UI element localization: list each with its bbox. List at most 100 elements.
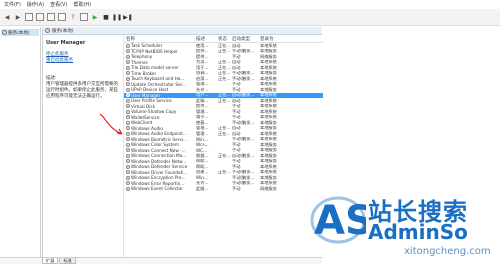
service-name-cell: Windows Biometric Servi... [124, 137, 196, 142]
console-tree-icon[interactable] [25, 13, 33, 21]
services-list: 名称 描述 状态 启动类型 登录为 Task Scheduler 使用... 正在.… [123, 35, 323, 257]
service-description-cell: Win... [196, 175, 208, 181]
service-name-cell: Windows Event Collector [124, 186, 196, 191]
service-gear-icon [126, 82, 130, 87]
restart-service-link[interactable]: 重启动此服务 [46, 58, 118, 64]
tab-standard[interactable]: 标准 [59, 258, 76, 264]
service-status-cell: 正在... [218, 76, 231, 81]
column-header-logon-as[interactable]: 登录为 [260, 36, 290, 42]
watermark-url: xitongcheng.com [404, 246, 491, 257]
service-gear-icon [126, 186, 130, 191]
service-name-cell: Windows Driver Foundati... [124, 170, 196, 175]
service-name-cell: Volume Shadow Copy [124, 109, 196, 114]
service-description-cell: 创建... [196, 169, 209, 175]
menu-file[interactable]: 文件(F) [4, 1, 21, 8]
service-name-cell: Windows Connect Now -... [124, 148, 196, 153]
service-name-text: UPnP Device Host [131, 87, 169, 93]
properties-icon[interactable] [36, 13, 44, 21]
panel-title: 服务(本地) [52, 28, 74, 34]
service-name-text: Windows Defender Service [131, 164, 188, 170]
column-header-status[interactable]: 状态 [218, 36, 232, 42]
service-name-text: Windows Defender Netw... [131, 158, 187, 164]
service-gear-icon [126, 175, 130, 180]
pause-service-icon[interactable]: ❚❚ [112, 13, 122, 21]
service-name-text: Tile Data model server [131, 65, 179, 71]
red-arrow-annotation [99, 113, 123, 135]
service-rows: Task Scheduler 使用... 正在... 自动 本地系统 TCP/IP Net… [124, 43, 323, 192]
service-name-text: Telephony [131, 54, 153, 60]
service-startup-cell: 手动 [232, 186, 241, 191]
menu-action[interactable]: 操作(A) [27, 1, 44, 8]
column-header-description[interactable]: 描述 [196, 36, 218, 42]
service-status-cell: 正在... [218, 98, 231, 103]
menu-help[interactable]: 帮助(H) [73, 1, 91, 8]
gear-icon [45, 28, 50, 33]
service-name-cell: Windows Defender Netw... [124, 159, 196, 164]
table-row[interactable]: Windows Event Collector 此服... 手动 网络服务 [124, 186, 323, 192]
service-gear-icon [126, 164, 130, 169]
service-gear-icon [126, 65, 130, 70]
service-name-text: WalletService [131, 114, 160, 120]
export-icon[interactable] [58, 13, 66, 21]
service-name-cell: Task Scheduler [124, 43, 196, 48]
svg-text:AS: AS [314, 198, 366, 244]
service-detail-pane: User Manager 停止此服务 重启动此服务 描述: 用户管理器提供多用户… [43, 35, 121, 257]
service-name-text: Windows Event Collector [131, 186, 183, 192]
service-gear-icon [126, 93, 130, 98]
service-name-cell: WebClient [124, 120, 196, 125]
service-gear-icon [126, 181, 130, 186]
watermark: AS 站长搜索 AdminSo xitongcheng.com [310, 190, 500, 264]
service-gear-icon [126, 76, 130, 81]
service-gear-icon [126, 98, 130, 103]
service-name-cell: Windows Error Reportin... [124, 181, 196, 186]
menu-view[interactable]: 查看(V) [50, 1, 67, 8]
refresh-icon[interactable] [47, 13, 55, 21]
tree-item-services-local[interactable]: 服务(本地) [1, 29, 39, 36]
service-name-text: TCP/IP NetBIOS Helper [131, 48, 178, 54]
start-service-icon[interactable]: ▶ [91, 13, 99, 21]
service-name-text: Windows Audio [131, 125, 163, 131]
column-header-startup-type[interactable]: 启动类型 [232, 36, 260, 42]
column-header-name[interactable]: 名称 [124, 36, 196, 42]
service-name-text: Windows Color System [131, 142, 179, 148]
service-name-text: Task Scheduler [131, 43, 163, 49]
console-tree: 服务(本地) [0, 27, 41, 257]
description-text: 用户管理器提供多用户交互所需要的运行时组件。如果停止此服务，某些应用程序可能无法… [46, 82, 118, 99]
service-gear-icon [126, 153, 130, 158]
service-name-cell: Windows Color System [124, 142, 196, 147]
forward-icon[interactable]: ▶ [14, 13, 22, 21]
service-name-text: User Profile Service [131, 98, 172, 104]
selected-service-name: User Manager [46, 40, 86, 46]
service-name-cell: User Profile Service [124, 98, 196, 103]
services-window: 文件(F) 操作(A) 查看(V) 帮助(H) ◀ ▶ ? ▶ ■ ❚❚ ▶❚ … [0, 0, 500, 264]
back-icon[interactable]: ◀ [3, 13, 11, 21]
service-logon-cell: 网络服务 [260, 186, 277, 191]
show-hide-icon[interactable] [80, 13, 88, 21]
service-name-cell: WalletService [124, 115, 196, 120]
service-gear-icon [126, 60, 130, 65]
service-name-text: Windows Error Reportin... [131, 180, 185, 186]
service-status-cell: 正在... [218, 169, 231, 175]
restart-service-icon[interactable]: ▶❚ [123, 13, 133, 21]
service-name-text: Virtual Disk [131, 103, 156, 109]
service-name-cell: Telephony [124, 54, 196, 59]
help-icon[interactable]: ? [69, 13, 77, 21]
gear-icon [2, 30, 7, 35]
watermark-english: AdminSo [368, 220, 468, 244]
tree-item-label: 服务(本地) [8, 30, 30, 36]
service-name-cell: TCP/IP NetBIOS Helper [124, 49, 196, 54]
service-name-text: Time Broker [131, 70, 157, 76]
service-name-text: Windows Connect Now -... [131, 147, 186, 153]
service-description-cell: 此服... [196, 186, 209, 191]
service-name-cell: Themes [124, 60, 196, 65]
tab-extended[interactable]: 扩展 [42, 258, 59, 264]
service-gear-icon [126, 159, 130, 164]
service-gear-icon [126, 104, 130, 109]
service-name-cell: Virtual Disk [124, 104, 196, 109]
stop-service-icon[interactable]: ■ [102, 13, 110, 21]
service-description-cell: 管理... [196, 131, 209, 136]
service-name-cell: User Manager [124, 93, 196, 98]
service-gear-icon [126, 71, 130, 76]
as-logo-icon: AS [310, 196, 366, 244]
service-gear-icon [126, 170, 130, 175]
